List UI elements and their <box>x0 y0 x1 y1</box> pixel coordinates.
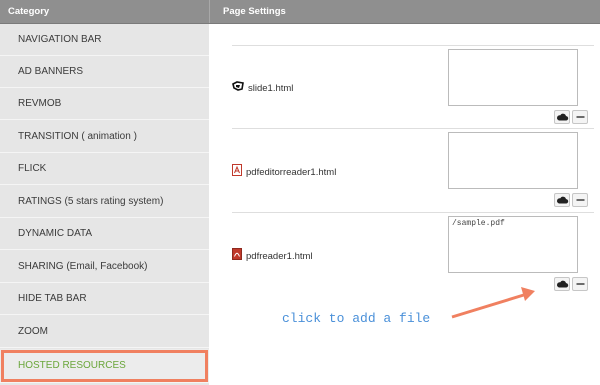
annotation-text: click to add a file <box>282 311 431 326</box>
annotation-arrow <box>451 287 535 319</box>
